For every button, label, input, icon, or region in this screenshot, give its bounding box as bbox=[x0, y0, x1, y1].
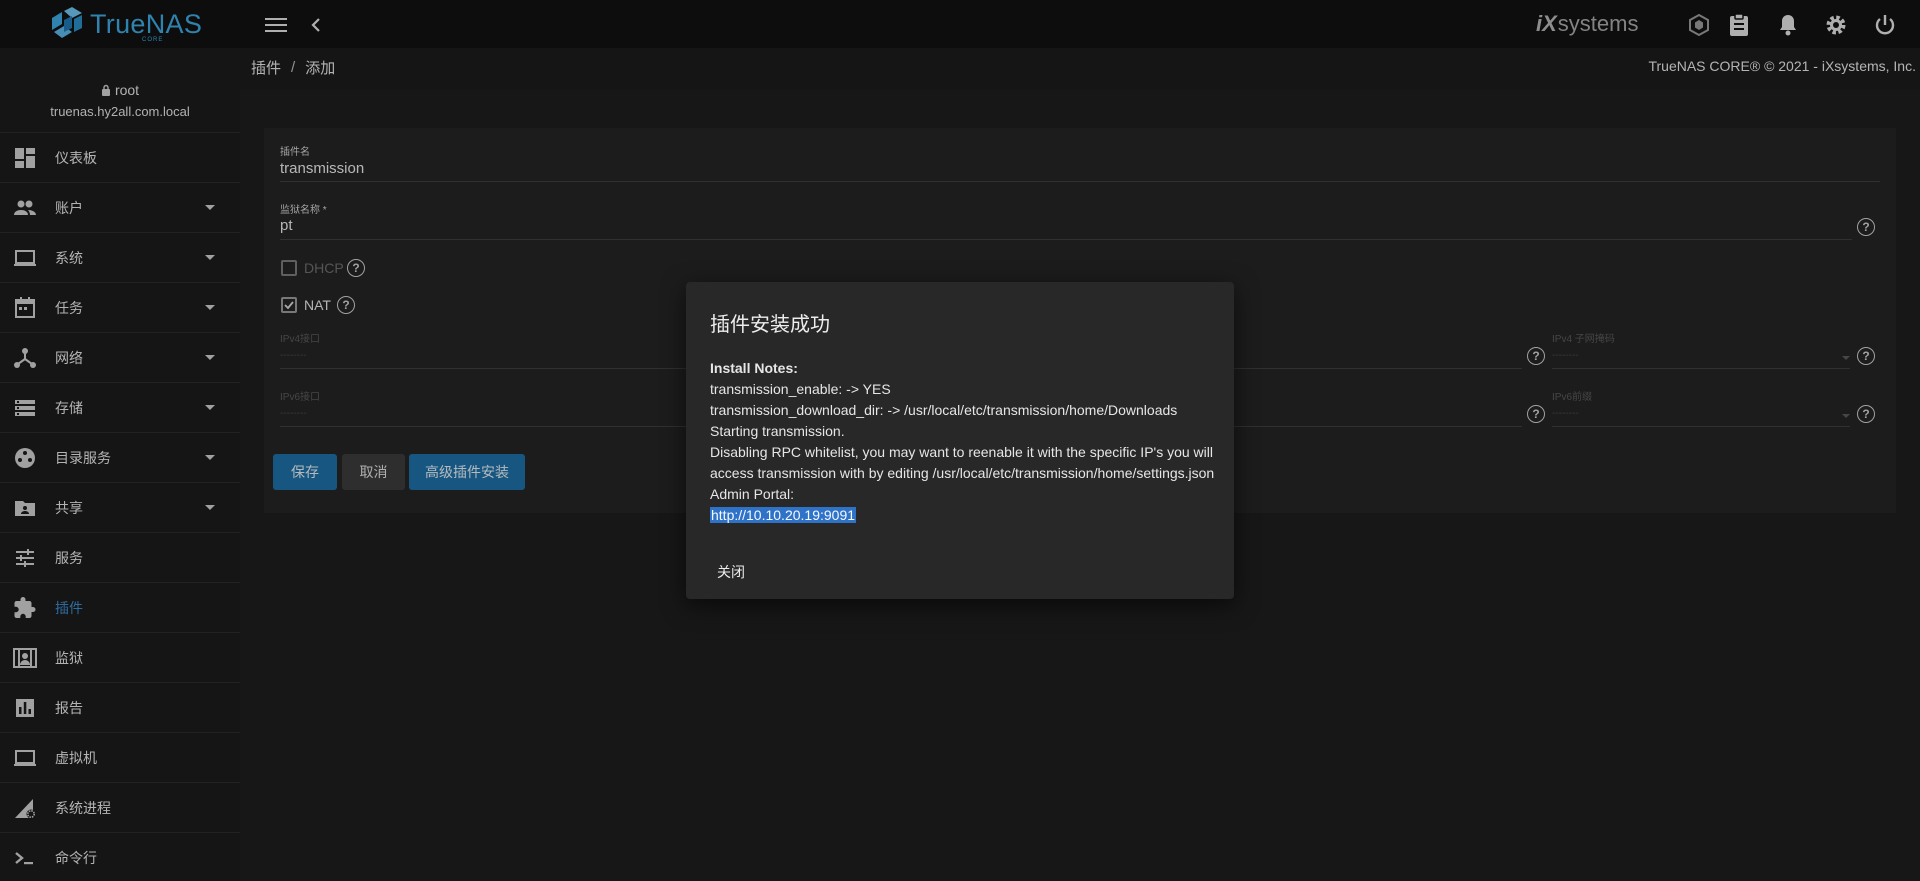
install-note-line: transmission_download_dir: -> /usr/local… bbox=[710, 402, 1178, 418]
dialog-body: Install Notes: transmission_enable: -> Y… bbox=[710, 358, 1220, 526]
install-note-line: Admin Portal: bbox=[710, 486, 795, 502]
install-note-line: Starting transmission. bbox=[710, 423, 845, 439]
install-success-dialog: 插件安装成功 Install Notes: transmission_enabl… bbox=[686, 282, 1234, 599]
close-button[interactable]: 关闭 bbox=[700, 558, 762, 586]
admin-portal-link[interactable]: http://10.10.20.19:9091 bbox=[710, 507, 857, 523]
install-notes-heading: Install Notes: bbox=[710, 360, 798, 376]
install-note-line: transmission_enable: -> YES bbox=[710, 381, 891, 397]
dialog-title: 插件安装成功 bbox=[710, 314, 830, 336]
install-note-line: Disabling RPC whitelist, you may want to… bbox=[710, 444, 1215, 481]
